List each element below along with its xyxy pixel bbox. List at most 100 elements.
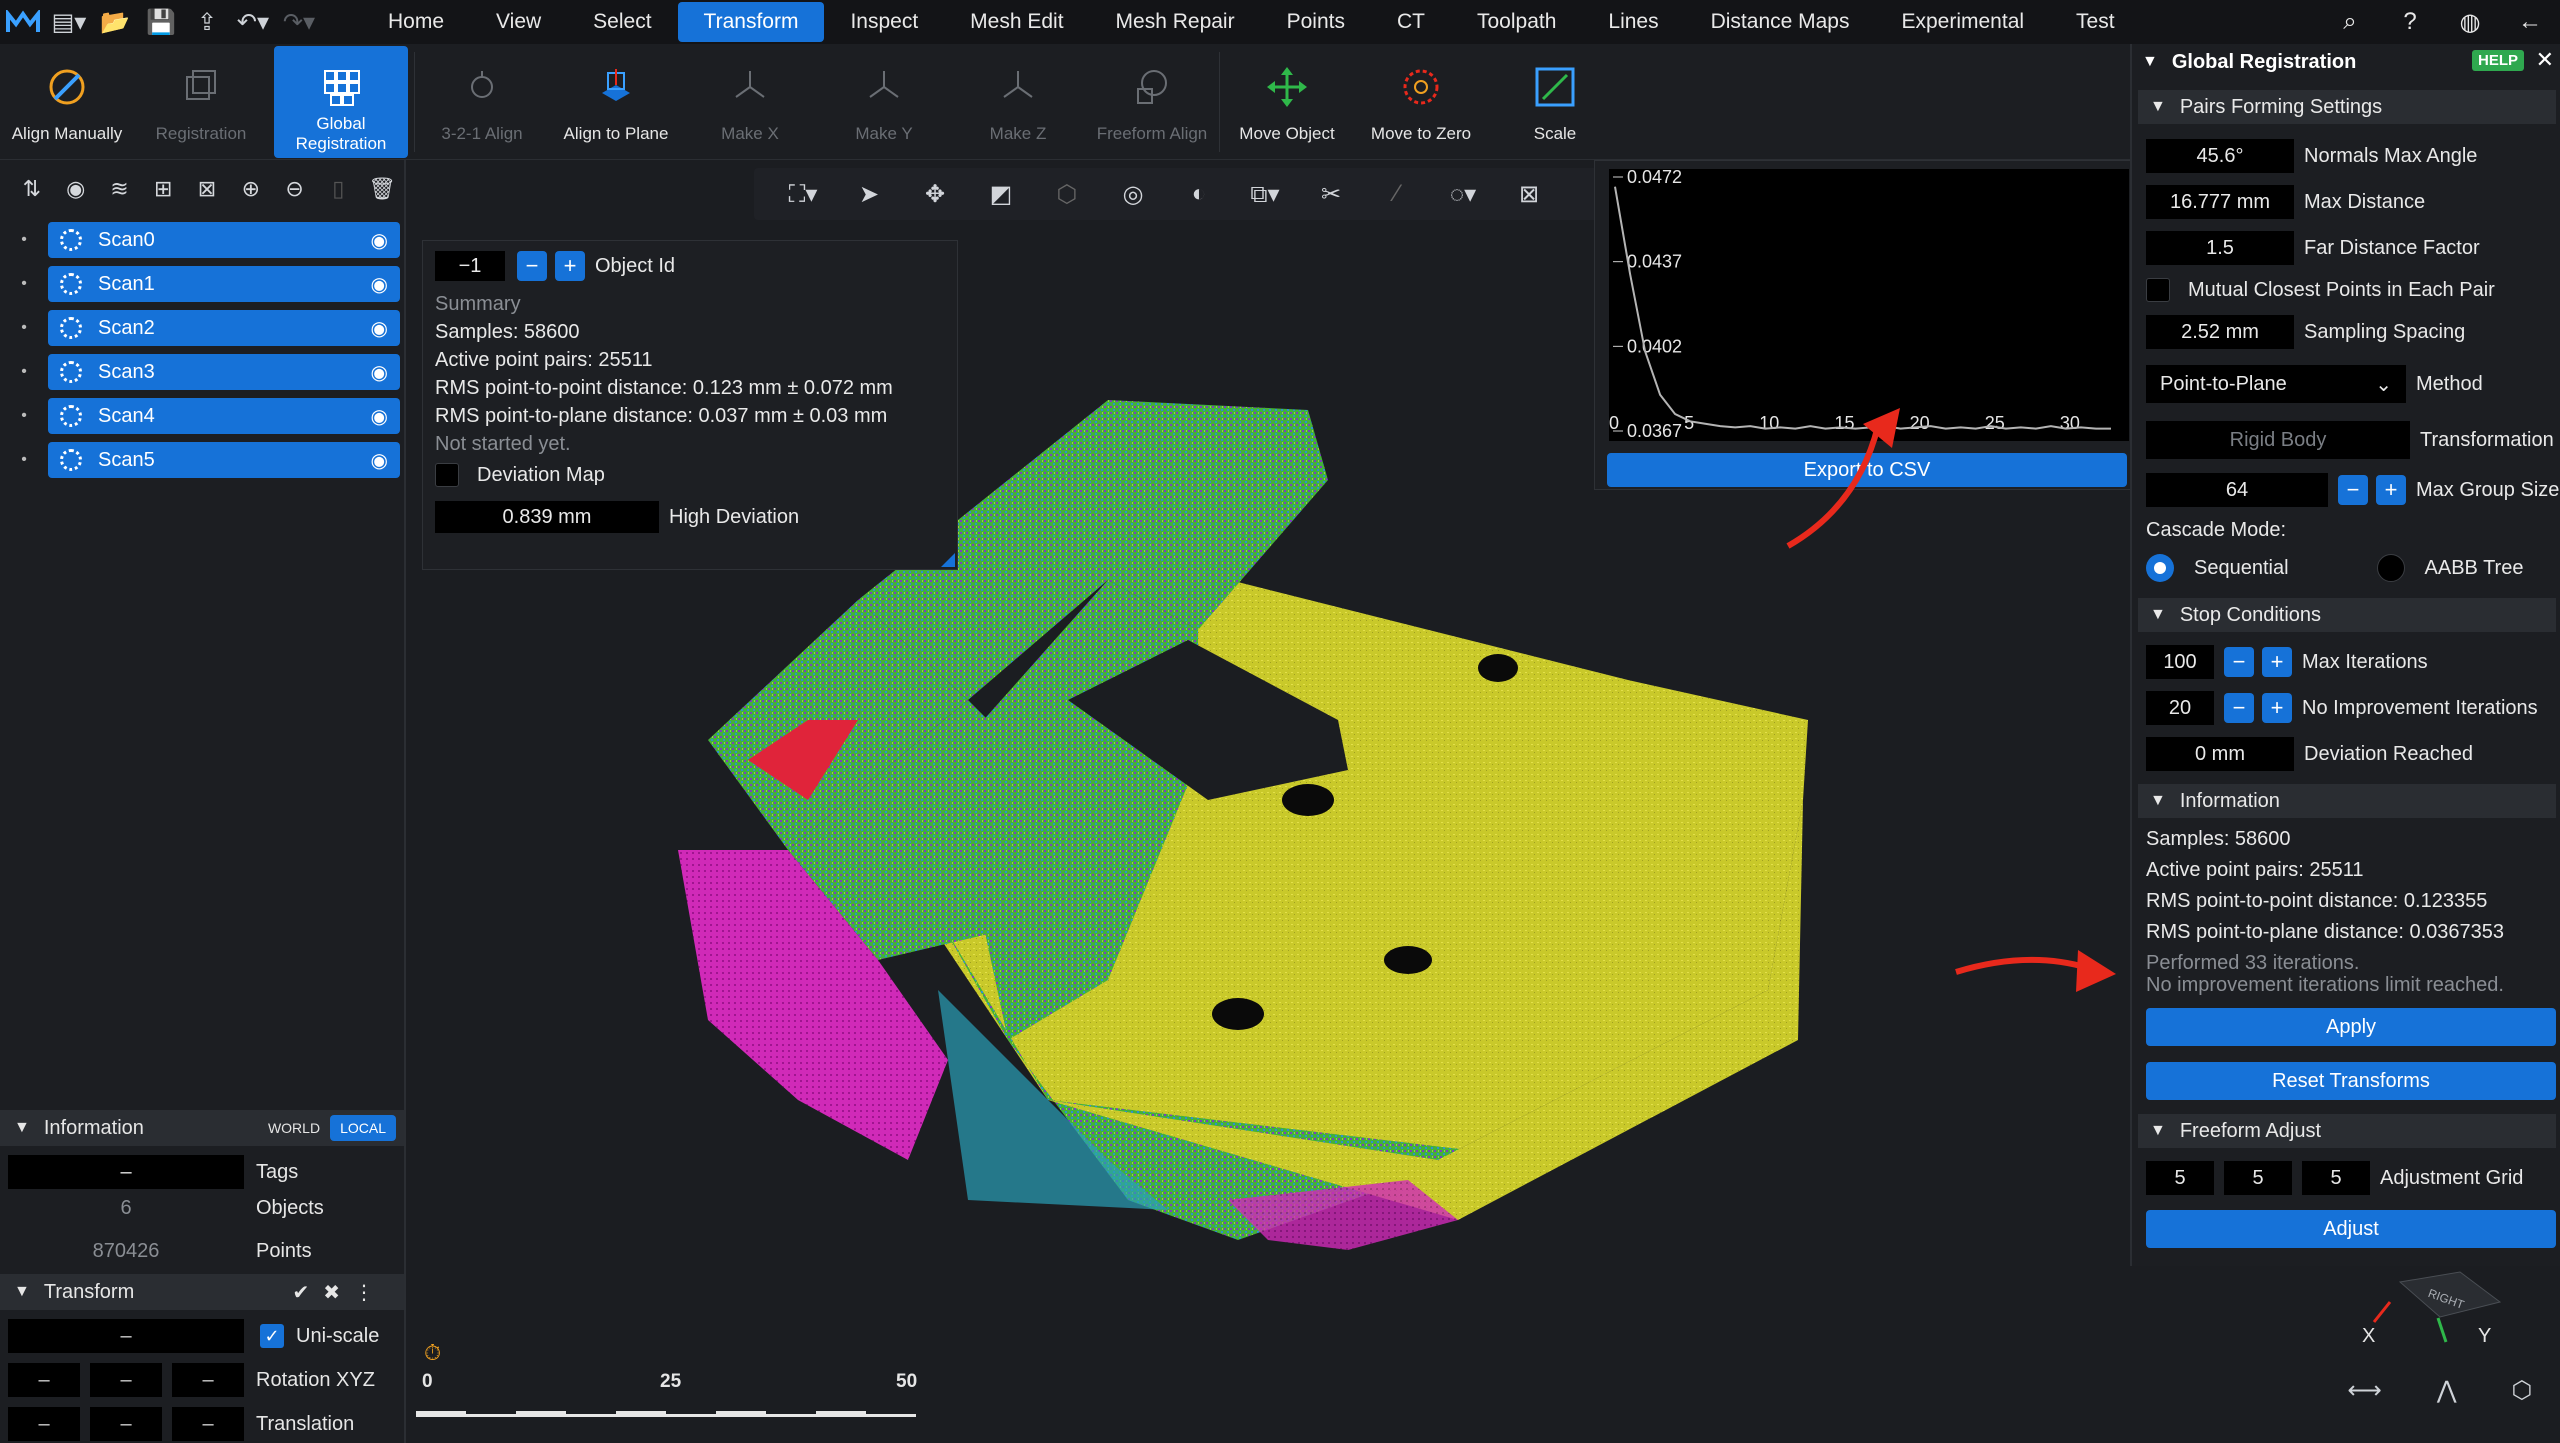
far-distance-field[interactable]: 1.5 (2146, 231, 2294, 265)
fit-view-icon[interactable]: ⛶▾ (770, 180, 836, 209)
pan-icon[interactable]: ✥ (902, 180, 968, 209)
scan-item-pill[interactable]: Scan4 ◉ (48, 398, 400, 434)
rotation-x-field[interactable]: – (8, 1363, 80, 1397)
normals-max-angle-field[interactable]: 45.6° (2146, 139, 2294, 173)
ribbon-move-object-button[interactable]: Move Object (1220, 46, 1354, 158)
translation-z-field[interactable]: – (172, 1407, 244, 1441)
tags-field[interactable]: – (8, 1155, 244, 1189)
translation-y-field[interactable]: – (90, 1407, 162, 1441)
deselect-icon[interactable]: ⊠ (185, 176, 229, 202)
menu-lines[interactable]: Lines (1582, 2, 1684, 42)
visibility-eye-icon[interactable]: ◉ (371, 404, 388, 429)
max-group-size-field[interactable]: 64 (2146, 473, 2328, 507)
copy-icon[interactable]: ⧉▾ (1232, 180, 1298, 209)
mesh-select-icon[interactable]: ⬡ (1034, 180, 1100, 209)
local-option[interactable]: LOCAL (330, 1115, 396, 1141)
help-badge[interactable]: HELP (2471, 50, 2524, 71)
grid-z-field[interactable]: 5 (2302, 1161, 2370, 1195)
transformation-field[interactable]: Rigid Body (2146, 421, 2410, 459)
new-file-icon[interactable]: ▤▾ (46, 0, 92, 44)
orientation-gizmo[interactable]: RIGHT X Y (2310, 1262, 2530, 1362)
world-local-toggle[interactable]: WORLD LOCAL (257, 1115, 396, 1141)
visibility-eye-icon[interactable]: ◉ (371, 360, 388, 385)
sampling-spacing-field[interactable]: 2.52 mm (2146, 315, 2294, 349)
help-icon[interactable]: ? (2380, 8, 2440, 36)
ribbon-three-two-one-button[interactable]: 3-2-1 Align (415, 46, 549, 158)
visibility-eye-icon[interactable]: ◉ (371, 272, 388, 297)
ribbon-freeform-align-button[interactable]: Freeform Align (1085, 46, 1219, 158)
move-up-icon[interactable]: ⊕ (229, 176, 273, 202)
close-icon[interactable]: ✕ (2536, 47, 2554, 73)
sort-icon[interactable]: ⇅ (10, 176, 54, 202)
max-iterations-decrement-button[interactable]: − (2224, 647, 2254, 677)
ribbon-scale-button[interactable]: Scale (1488, 46, 1622, 158)
adjust-button[interactable]: Adjust (2146, 1210, 2556, 1248)
scan-list-item[interactable]: • Scan2 ◉ (0, 306, 404, 350)
max-distance-field[interactable]: 16.777 mm (2146, 185, 2294, 219)
duplicate-icon[interactable]: ▯ (316, 176, 360, 202)
grid-x-field[interactable]: 5 (2146, 1161, 2214, 1195)
pairs-forming-section-header[interactable]: ▼ Pairs Forming Settings (2138, 90, 2556, 124)
menu-toolpath[interactable]: Toolpath (1451, 2, 1582, 42)
no-improvement-increment-button[interactable]: + (2262, 693, 2292, 723)
axis-view-icon[interactable]: ⋀ (2437, 1376, 2457, 1405)
increment-button[interactable]: + (555, 251, 585, 281)
select-region-icon[interactable]: ◩ (968, 180, 1034, 209)
clear-selection-icon[interactable]: ⊠ (1496, 180, 1562, 209)
reset-transforms-button[interactable]: Reset Transforms (2146, 1062, 2556, 1100)
high-deviation-field[interactable]: 0.839 mm (435, 501, 659, 533)
globe-icon[interactable]: ◍ (2440, 8, 2500, 37)
object-id-field[interactable]: −1 (435, 251, 505, 281)
ribbon-make-x-button[interactable]: Make X (683, 46, 817, 158)
visibility-eye-icon[interactable]: ◉ (371, 448, 388, 473)
scan-item-pill[interactable]: Scan0 ◉ (48, 222, 400, 258)
menu-select[interactable]: Select (567, 2, 677, 42)
max-group-increment-button[interactable]: + (2376, 475, 2406, 505)
deviation-reached-field[interactable]: 0 mm (2146, 737, 2294, 771)
ribbon-registration-button[interactable]: Registration (134, 46, 268, 158)
grid-y-field[interactable]: 5 (2224, 1161, 2292, 1195)
scan-item-pill[interactable]: Scan2 ◉ (48, 310, 400, 346)
ribbon-make-z-button[interactable]: Make Z (951, 46, 1085, 158)
information-section-header[interactable]: ▼ Information WORLD LOCAL (0, 1110, 404, 1146)
aabb-tree-radio[interactable] (2376, 554, 2405, 582)
scan-list-item[interactable]: • Scan4 ◉ (0, 394, 404, 438)
scan-item-pill[interactable]: Scan1 ◉ (48, 266, 400, 302)
scan-list-item[interactable]: • Scan3 ◉ (0, 350, 404, 394)
back-arrow-icon[interactable]: ← (2500, 8, 2560, 36)
menu-view[interactable]: View (470, 2, 567, 42)
hide-all-icon[interactable]: ≋ (98, 176, 142, 202)
3d-viewport[interactable]: ⛶▾ ➤ ✥ ◩ ⬡ ◎ ◐ ⧉▾ ✂ ⁄ ◌▾ ⊠ −1 − + Object… (408, 160, 2130, 1443)
menu-mesh-repair[interactable]: Mesh Repair (1090, 2, 1261, 42)
save-icon[interactable]: 💾 (138, 0, 184, 44)
scan-item-pill[interactable]: Scan5 ◉ (48, 442, 400, 478)
max-iterations-field[interactable]: 100 (2146, 645, 2214, 679)
no-improvement-decrement-button[interactable]: − (2224, 693, 2254, 723)
ribbon-align-plane-button[interactable]: Align to Plane (549, 46, 683, 158)
visibility-eye-icon[interactable]: ◉ (371, 316, 388, 341)
chevron-down-icon[interactable]: ▼ (2142, 53, 2158, 71)
clip-icon[interactable]: ✂ (1298, 180, 1364, 209)
deviation-map-checkbox[interactable] (435, 463, 459, 487)
method-dropdown[interactable]: Point-to-Plane ⌄ (2146, 365, 2406, 403)
app-logo-icon[interactable] (0, 0, 46, 44)
scan-list-item[interactable]: • Scan1 ◉ (0, 262, 404, 306)
scan-list-item[interactable]: • Scan0 ◉ (0, 218, 404, 262)
freeform-adjust-section-header[interactable]: ▼ Freeform Adjust (2138, 1114, 2556, 1148)
no-improvement-field[interactable]: 20 (2146, 691, 2214, 725)
translation-x-field[interactable]: – (8, 1407, 80, 1441)
ribbon-align-manually-button[interactable]: Align Manually (0, 46, 134, 158)
ribbon-move-to-zero-button[interactable]: Move to Zero (1354, 46, 1488, 158)
render-mode-icon[interactable]: ◐ (1166, 180, 1232, 208)
menu-distance-maps[interactable]: Distance Maps (1685, 2, 1876, 42)
ribbon-make-y-button[interactable]: Make Y (817, 46, 951, 158)
visibility-eye-icon[interactable]: ◉ (371, 228, 388, 253)
orbit-icon[interactable]: ◎ (1100, 180, 1166, 209)
delete-icon[interactable]: 🗑 (360, 176, 404, 202)
scale-field[interactable]: – (8, 1319, 244, 1353)
menu-experimental[interactable]: Experimental (1875, 2, 2050, 42)
apply-check-icon[interactable]: ✔ (292, 1282, 323, 1304)
rotation-z-field[interactable]: – (172, 1363, 244, 1397)
menu-inspect[interactable]: Inspect (824, 2, 944, 42)
max-iterations-increment-button[interactable]: + (2262, 647, 2292, 677)
